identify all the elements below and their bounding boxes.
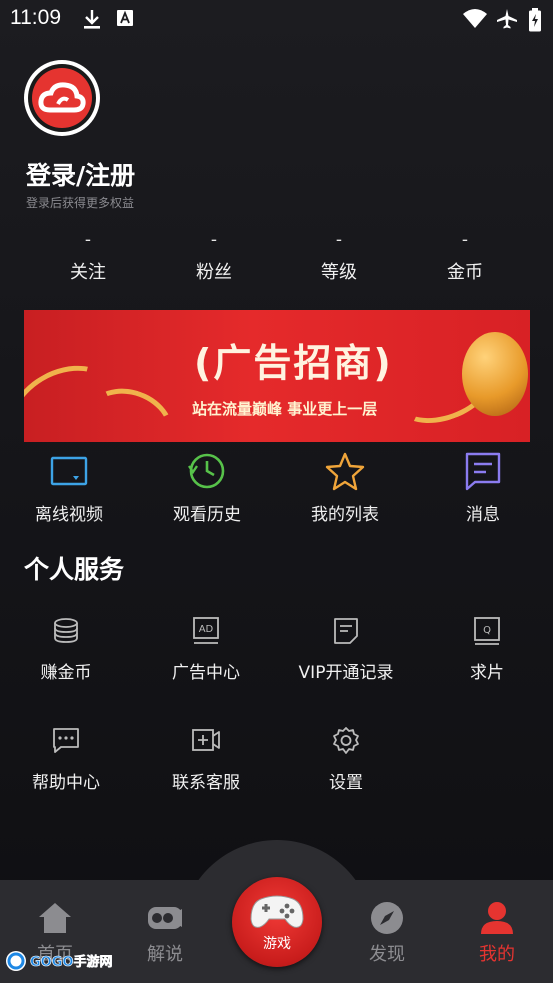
help-chat-icon	[53, 728, 79, 753]
quick-history-label: 观看历史	[173, 505, 241, 525]
status-time: 11:09	[10, 6, 61, 29]
quick-messages[interactable]: 消息	[428, 450, 538, 525]
battery-charging-icon	[529, 8, 541, 32]
stat-follow-value: -	[84, 230, 92, 250]
service-ad-center-label: 广告中心	[172, 663, 240, 683]
quick-my-list-label: 我的列表	[311, 505, 379, 525]
stat-level-value: -	[335, 230, 343, 250]
nav-game-label: 游戏	[263, 936, 291, 952]
quick-history[interactable]: 观看历史	[152, 450, 262, 525]
nav-commentary-label: 解说	[147, 944, 183, 965]
service-help-center[interactable]: 帮助中心	[6, 726, 126, 793]
balloon-decoration	[462, 332, 528, 416]
request-icon: Q	[474, 617, 500, 645]
service-request-film[interactable]: Q 求片	[427, 616, 547, 683]
ad-banner[interactable]: (广告招商) 站在流量巅峰 事业更上一层	[24, 310, 530, 442]
stat-follow[interactable]: - 关注	[28, 228, 148, 284]
stat-coins-label: 金币	[447, 262, 483, 283]
nav-commentary[interactable]: 解说	[120, 900, 210, 966]
service-settings[interactable]: 设置	[286, 726, 406, 793]
avatar[interactable]	[24, 60, 100, 136]
stat-fans[interactable]: - 粉丝	[154, 228, 274, 284]
quick-actions: 离线视频 观看历史 我的列表 消息	[0, 450, 553, 530]
status-bar: 11:09	[0, 0, 553, 40]
site-watermark: GOGO手游网	[4, 946, 113, 976]
logo-cloud-icon	[38, 82, 86, 113]
svg-text:Q: Q	[483, 625, 491, 636]
login-benefit-hint: 登录后获得更多权益	[26, 196, 135, 210]
document-icon	[334, 618, 358, 644]
ad-icon: AD	[193, 617, 219, 644]
download-icon	[84, 10, 100, 29]
banner-subtitle: 站在流量巅峰 事业更上一层	[192, 400, 378, 418]
watermark-text: GOGO手游网	[30, 954, 112, 970]
stat-coins-value: -	[461, 230, 469, 250]
gamepad-icon	[250, 895, 304, 928]
wifi-icon	[463, 9, 487, 28]
nav-mine[interactable]: 我的	[452, 900, 542, 966]
banner-title: (广告招商)	[194, 341, 393, 385]
nav-discover[interactable]: 发现	[342, 900, 432, 966]
stat-fans-label: 粉丝	[196, 262, 232, 283]
discover-compass-icon	[371, 902, 403, 934]
quick-my-list[interactable]: 我的列表	[290, 450, 400, 525]
coins-icon	[54, 618, 78, 643]
offline-video-icon	[50, 456, 88, 486]
nav-mine-label: 我的	[479, 944, 515, 965]
font-a-icon	[117, 10, 133, 26]
service-help-center-label: 帮助中心	[32, 773, 100, 793]
quick-offline-video-label: 离线视频	[35, 505, 103, 525]
service-earn-coins[interactable]: 赚金币	[6, 616, 126, 683]
nav-discover-label: 发现	[369, 944, 405, 965]
watermark-logo: GOGO手游网	[6, 951, 113, 971]
stat-follow-label: 关注	[70, 262, 106, 283]
commentary-icon	[148, 907, 182, 929]
nav-game-button[interactable]: 游戏	[232, 877, 322, 967]
stat-level[interactable]: - 等级	[279, 228, 399, 284]
contact-service-icon	[192, 729, 220, 751]
login-register-link[interactable]: 登录/注册	[26, 156, 135, 192]
profile-icon	[481, 902, 513, 934]
service-earn-coins-label: 赚金币	[40, 663, 92, 683]
service-ad-center[interactable]: AD 广告中心	[146, 616, 266, 683]
settings-gear-icon	[333, 727, 359, 754]
service-settings-label: 设置	[329, 773, 363, 793]
quick-offline-video[interactable]: 离线视频	[14, 450, 124, 525]
home-icon	[39, 903, 71, 933]
star-icon	[325, 452, 365, 491]
airplane-mode-icon	[497, 9, 517, 29]
profile-stats: - 关注 - 粉丝 - 等级 - 金币	[0, 228, 553, 288]
stat-level-label: 等级	[321, 262, 357, 283]
quick-messages-label: 消息	[466, 505, 500, 525]
service-vip-records[interactable]: VIP开通记录	[286, 616, 406, 683]
stat-fans-value: -	[210, 230, 218, 250]
service-request-film-label: 求片	[470, 663, 504, 683]
stat-coins[interactable]: - 金币	[405, 228, 525, 284]
message-icon	[465, 452, 501, 491]
history-clock-icon	[188, 453, 225, 489]
service-contact-support-label: 联系客服	[172, 773, 240, 793]
svg-text:AD: AD	[199, 624, 214, 635]
service-vip-records-label: VIP开通记录	[298, 663, 394, 683]
services-title: 个人服务	[24, 555, 125, 584]
service-contact-support[interactable]: 联系客服	[146, 726, 266, 793]
